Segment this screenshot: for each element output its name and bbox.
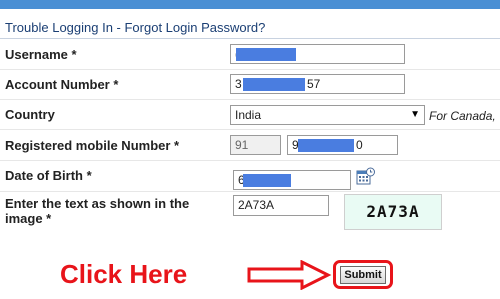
dropdown-arrow-icon: ▼ (410, 109, 420, 120)
row-divider (0, 99, 500, 100)
country-note: For Canada, (429, 109, 496, 123)
dob-label: Date of Birth * (5, 168, 92, 183)
redacted-dob (243, 174, 291, 187)
account-number-label: Account Number * (5, 77, 119, 92)
redacted-account-number (243, 78, 305, 91)
redacted-username (236, 48, 296, 61)
country-selected: India (235, 108, 262, 122)
captcha-image: 2A73A (344, 194, 442, 230)
country-select[interactable]: India ▼ (230, 105, 425, 125)
page-title: Trouble Logging In - Forgot Login Passwo… (5, 20, 266, 35)
username-label: Username * (5, 47, 77, 62)
row-divider (0, 191, 500, 192)
click-here-annotation: Click Here (60, 259, 188, 289)
calendar-icon[interactable] (356, 167, 375, 186)
header-bar (0, 0, 500, 9)
account-number-end: 57 (307, 77, 321, 91)
row-divider (0, 129, 500, 130)
mobile-label: Registered mobile Number * (5, 138, 180, 153)
redacted-mobile (298, 139, 354, 152)
right-arrow-icon (247, 260, 332, 290)
captcha-input[interactable]: 2A73A (233, 195, 329, 216)
captcha-input-value: 2A73A (238, 198, 275, 212)
account-number-start: 3 (235, 77, 242, 91)
title-divider (0, 38, 500, 39)
submit-button[interactable]: Submit (340, 266, 386, 284)
country-label: Country (5, 107, 55, 122)
row-divider (0, 160, 500, 161)
row-divider (0, 69, 500, 70)
country-code-value: 91 (235, 138, 249, 152)
captcha-label: Enter the text as shown in the image * (5, 196, 190, 226)
country-code-field: 91 (230, 135, 281, 155)
mobile-number-end: 0 (356, 138, 363, 152)
